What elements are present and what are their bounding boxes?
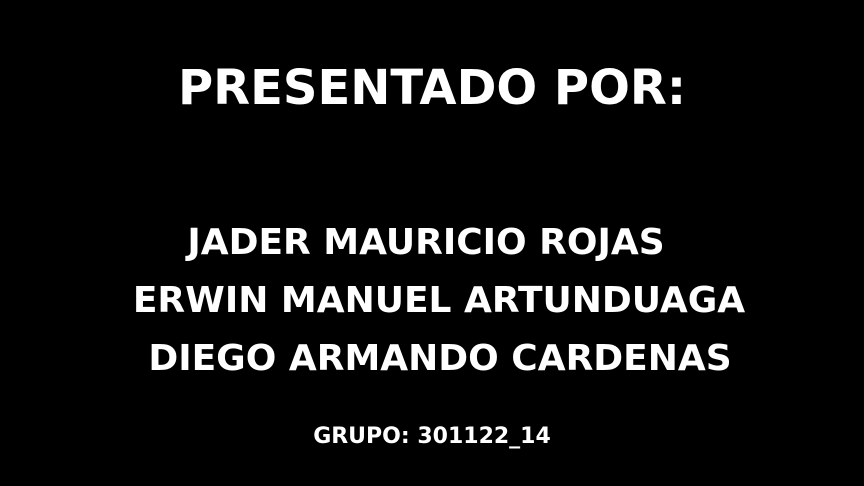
presenter-name-2: ERWIN MANUEL ARTUNDUAGA <box>132 280 746 321</box>
presentation-slide: PRESENTADO POR: JADER MAURICIO ROJAS ERW… <box>0 0 864 486</box>
presenter-list: JADER MAURICIO ROJAS ERWIN MANUEL ARTUND… <box>0 214 864 388</box>
group-label: GRUPO: 301122_14 <box>313 424 551 449</box>
presenter-name-1: JADER MAURICIO ROJAS <box>187 222 665 263</box>
slide-title: PRESENTADO POR: <box>177 60 687 116</box>
presenter-name-3: DIEGO ARMANDO CARDENAS <box>148 338 732 379</box>
